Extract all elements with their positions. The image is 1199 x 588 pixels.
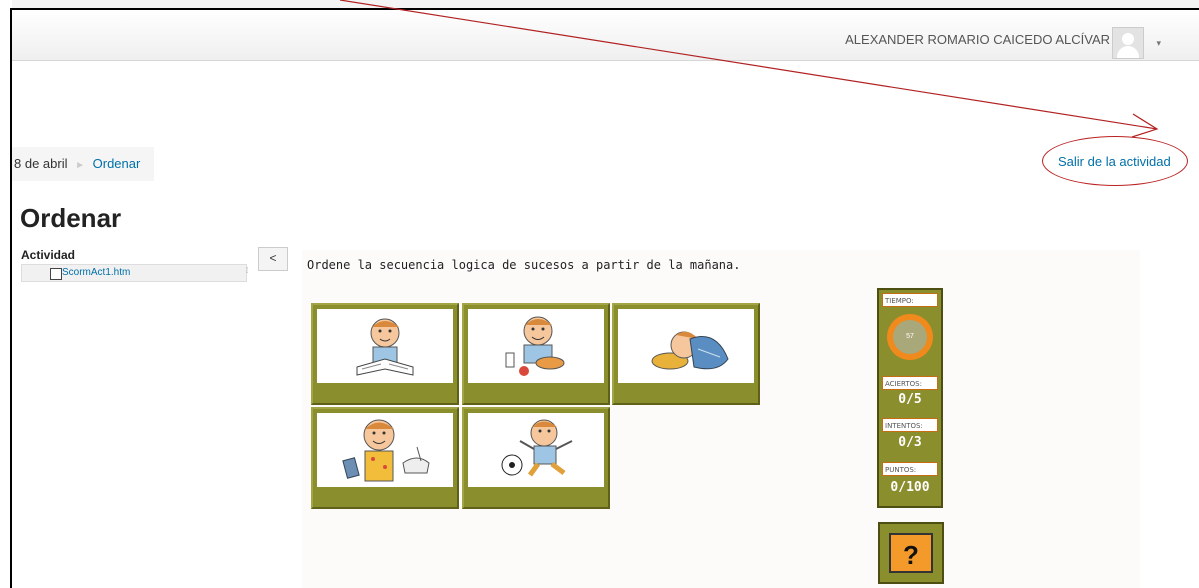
toc-list: ScormAct1.htm ⁞ xyxy=(21,264,248,282)
card-boy-brushing[interactable] xyxy=(311,407,459,509)
points-value: 0/100 xyxy=(890,480,930,495)
time-label: TIEMPO: xyxy=(882,293,938,307)
hits-label: ACIERTOS: xyxy=(882,376,938,390)
toc-item-scorm[interactable]: ScormAct1.htm xyxy=(62,267,130,278)
toc-item-checkbox[interactable] xyxy=(50,268,62,280)
attempts-value: 0/3 xyxy=(898,435,922,450)
card-boy-soccer[interactable] xyxy=(462,407,610,509)
help-question-icon: ? xyxy=(889,533,933,573)
hits-value: 0/5 xyxy=(898,392,922,407)
breadcrumb-separator-icon: ► xyxy=(75,160,86,171)
top-navbar: ALEXANDER ROMARIO CAICEDO ALCÍVAR ▾ xyxy=(12,10,1199,61)
user-name[interactable]: ALEXANDER ROMARIO CAICEDO ALCÍVAR xyxy=(845,32,1110,47)
page-title: Ordenar xyxy=(20,203,122,233)
score-panel: TIEMPO: 57 ACIERTOS: 0/5 INTENTOS: 0/3 P… xyxy=(877,288,943,508)
card-boy-sleeping[interactable] xyxy=(612,303,760,405)
help-button[interactable]: ? xyxy=(878,522,944,584)
annotation-ellipse xyxy=(1042,136,1188,186)
timer-value: 57 xyxy=(893,320,927,354)
boy-eating-icon xyxy=(505,316,565,376)
boy-brushing-icon xyxy=(342,419,430,482)
activity-instruction: Ordene la secuencia logica de sucesos a … xyxy=(307,258,741,272)
points-label: PUNTOS: xyxy=(882,462,938,476)
user-avatar-icon[interactable] xyxy=(1112,27,1144,59)
toc-title: Actividad xyxy=(21,248,76,262)
resize-handle-icon[interactable]: ⁞ xyxy=(246,266,248,275)
boy-soccer-icon xyxy=(501,419,573,477)
card-boy-eating[interactable] xyxy=(462,303,610,405)
breadcrumb-item-date[interactable]: 8 de abril xyxy=(14,156,67,171)
card-boy-reading[interactable] xyxy=(311,303,459,405)
breadcrumb-item-ordenar[interactable]: Ordenar xyxy=(93,156,141,171)
attempts-label: INTENTOS: xyxy=(882,418,938,432)
boy-reading-icon xyxy=(356,318,414,376)
timer-icon: 57 xyxy=(887,314,933,360)
collapse-toc-button[interactable]: < xyxy=(258,247,288,271)
user-menu-caret-icon[interactable]: ▾ xyxy=(1156,38,1161,49)
breadcrumb: 8 de abril ► Ordenar xyxy=(12,147,154,181)
boy-sleeping-icon xyxy=(651,331,729,370)
